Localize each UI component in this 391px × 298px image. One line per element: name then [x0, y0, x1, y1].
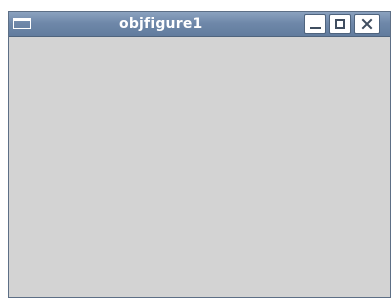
- maximize-button[interactable]: [329, 14, 351, 34]
- window-menu-icon[interactable]: [13, 18, 31, 29]
- figure-window: objfigure1: [8, 11, 391, 298]
- close-icon: [361, 18, 373, 30]
- minimize-icon: [309, 27, 321, 29]
- maximize-icon: [335, 19, 345, 29]
- title-bar[interactable]: objfigure1: [9, 12, 390, 37]
- close-button[interactable]: [354, 14, 380, 34]
- window-title: objfigure1: [119, 16, 203, 32]
- figure-canvas[interactable]: [9, 37, 390, 297]
- minimize-button[interactable]: [304, 14, 326, 34]
